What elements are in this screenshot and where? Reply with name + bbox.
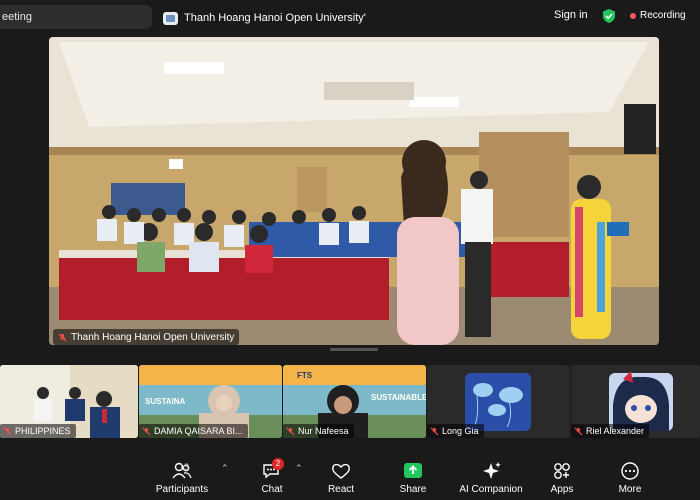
main-speaker-name: Thanh Hoang Hanoi Open University xyxy=(71,331,235,343)
participant-name-tag: DAMIA QAISARA BI... xyxy=(139,424,248,438)
apps-label: Apps xyxy=(550,484,574,495)
mic-off-icon xyxy=(574,427,583,435)
react-label: React xyxy=(327,484,355,495)
participant-tile[interactable]: SUSTAINA DAMIA QAISARA BI... xyxy=(139,365,282,438)
heart-icon xyxy=(332,463,350,479)
banner-text: SUSTAINA xyxy=(145,397,186,406)
react-button[interactable]: React xyxy=(326,461,356,497)
participant-name: DAMIA QAISARA BI... xyxy=(154,426,243,436)
participant-tile[interactable]: Riel Alexander xyxy=(571,365,700,438)
mic-off-icon xyxy=(142,427,151,435)
meeting-toolbar: 13 Participants ⌃ 2 Chat ⌃ React Share A… xyxy=(0,455,700,500)
participants-button[interactable]: 13 Participants xyxy=(155,461,209,497)
mic-off-icon xyxy=(286,427,295,435)
sparkle-icon xyxy=(483,462,501,479)
participant-name-tag: Long Gia xyxy=(427,424,484,438)
participant-tile[interactable]: SUSTAINABLE FTS Nur Nafeesa xyxy=(283,365,426,438)
mic-off-icon xyxy=(3,427,12,435)
participant-tile[interactable]: PHILIPPINES xyxy=(0,365,138,438)
window-title-area: Thanh Hoang Hanoi Open University' xyxy=(163,9,366,27)
participant-name: Riel Alexander xyxy=(586,426,645,436)
share-button[interactable]: Share xyxy=(398,461,428,497)
participants-count: 13 xyxy=(179,462,190,472)
ai-companion-label: AI Companion xyxy=(459,484,523,495)
window-title: Thanh Hoang Hanoi Open University' xyxy=(184,12,366,24)
participant-name: Long Gia xyxy=(442,426,479,436)
chat-button[interactable]: 2 Chat xyxy=(258,458,286,497)
banner-logo-text: FTS xyxy=(297,371,313,380)
share-screen-icon xyxy=(404,463,422,478)
resize-handle[interactable] xyxy=(330,348,378,351)
conference-room-video-frame xyxy=(49,37,659,345)
participant-tile[interactable]: Long Gia xyxy=(427,365,570,438)
chevron-up-icon[interactable]: ⌃ xyxy=(221,463,229,474)
recording-label: Recording xyxy=(640,10,686,21)
participant-name: Nur Nafeesa xyxy=(298,426,349,436)
participant-name-tag: Riel Alexander xyxy=(571,424,650,438)
more-button[interactable]: More xyxy=(616,461,644,497)
chat-label: Chat xyxy=(261,484,283,495)
recording-indicator[interactable]: Recording xyxy=(630,10,686,21)
more-icon xyxy=(621,462,639,480)
main-video[interactable] xyxy=(49,37,659,345)
participant-name: PHILIPPINES xyxy=(15,426,71,436)
sign-in-link[interactable]: Sign in xyxy=(554,9,588,21)
top-bar: eeting Thanh Hoang Hanoi Open University… xyxy=(0,0,700,34)
apps-icon xyxy=(554,463,570,479)
apps-button[interactable]: Apps xyxy=(548,461,576,497)
ai-companion-button[interactable]: AI Companion xyxy=(456,461,526,497)
chevron-up-icon[interactable]: ⌃ xyxy=(295,463,303,474)
chat-badge: 2 xyxy=(272,458,284,470)
mic-off-icon xyxy=(430,427,439,435)
mic-off-icon xyxy=(58,333,67,341)
participant-name-tag: Nur Nafeesa xyxy=(283,424,354,438)
meeting-tab[interactable]: eeting xyxy=(0,5,152,29)
record-dot-icon xyxy=(630,12,636,19)
app-icon xyxy=(163,11,178,25)
participant-name-tag: PHILIPPINES xyxy=(0,424,76,438)
main-video-name-tag: Thanh Hoang Hanoi Open University xyxy=(53,329,240,345)
banner-text: SUSTAINABLE xyxy=(371,393,426,402)
meeting-tab-text: eeting xyxy=(2,11,32,23)
shield-check-icon[interactable] xyxy=(601,8,617,24)
share-label: Share xyxy=(399,484,427,495)
participants-label: Participants xyxy=(155,484,209,495)
more-label: More xyxy=(618,484,642,495)
